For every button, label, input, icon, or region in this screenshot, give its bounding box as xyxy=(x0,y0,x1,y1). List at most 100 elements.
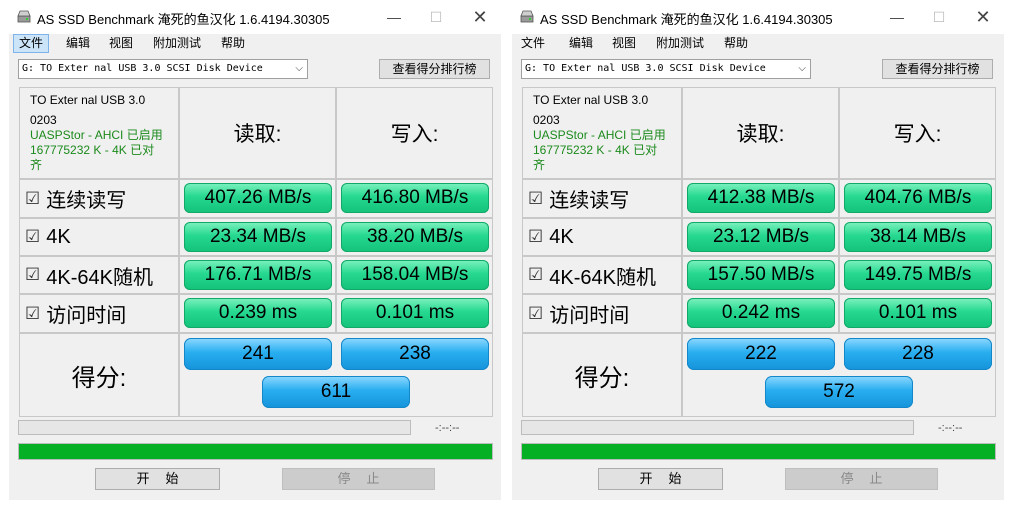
result-cell: 157.50 MB/s xyxy=(682,256,839,294)
maximize-icon[interactable]: ☐ xyxy=(425,6,447,28)
menu-extra-tests[interactable]: 附加测试 xyxy=(651,34,709,53)
device-alignment: 167775232 K - 4K 已对 xyxy=(533,143,658,157)
menu-bar: 文件 编辑 视图 附加测试 帮助 xyxy=(512,34,1004,54)
result-cell: 149.75 MB/s xyxy=(839,256,996,294)
row-label-text: 访问时间 xyxy=(549,305,630,327)
access-write-value: 0.101 ms xyxy=(844,298,992,328)
read-header-cell: 读取: xyxy=(682,87,839,179)
start-button[interactable]: 开始 xyxy=(598,468,723,490)
menu-help[interactable]: 帮助 xyxy=(719,34,753,53)
device-name: TO Exter nal USB 3.0 xyxy=(30,93,146,107)
start-button[interactable]: 开始 xyxy=(95,468,220,490)
row-label-4k[interactable]: ☑ 4K xyxy=(522,218,682,256)
device-alignment-cont: 齐 xyxy=(30,158,43,172)
row-label-4k-64k[interactable]: ☑ 4K-64K随机 xyxy=(19,256,179,294)
row-label-4k[interactable]: ☑ 4K xyxy=(19,218,179,256)
checkbox-icon[interactable]: ☑ xyxy=(25,189,40,209)
row-label-seq[interactable]: ☑ 连续读写 xyxy=(19,179,179,218)
access-read-value: 0.239 ms xyxy=(184,298,332,328)
seq-read-value: 407.26 MB/s xyxy=(184,183,332,213)
access-write-value: 0.101 ms xyxy=(341,298,489,328)
close-icon[interactable]: ✕ xyxy=(469,6,491,28)
score-label: 得分: xyxy=(71,364,127,392)
row-label-text: 4K xyxy=(46,225,71,248)
row-label-text: 连续读写 xyxy=(46,190,127,212)
row-label-seq[interactable]: ☑ 连续读写 xyxy=(522,179,682,218)
minimize-icon[interactable]: — xyxy=(886,6,908,28)
4k-read-value: 23.34 MB/s xyxy=(184,222,332,252)
checkbox-icon[interactable]: ☑ xyxy=(25,227,40,247)
score-total: 572 xyxy=(765,376,913,408)
drive-select[interactable]: G: TO Exter nal USB 3.0 SCSI Disk Device… xyxy=(521,59,811,79)
drive-select[interactable]: G: TO Exter nal USB 3.0 SCSI Disk Device… xyxy=(18,59,308,79)
seq-write-value: 416.80 MB/s xyxy=(341,183,489,213)
chevron-down-icon[interactable]: ⌵ xyxy=(798,60,806,78)
seq-write-value: 404.76 MB/s xyxy=(844,183,992,213)
menu-file[interactable]: 文件 xyxy=(13,34,50,53)
score-label-cell: 得分: xyxy=(19,333,179,417)
score-write: 238 xyxy=(341,338,489,370)
benchmark-window-right: AS SSD Benchmark 淹死的鱼汉化 1.6.4194.30305 —… xyxy=(512,0,1004,500)
4k-write-value: 38.20 MB/s xyxy=(341,222,489,252)
disk-app-icon xyxy=(520,10,534,23)
close-icon[interactable]: ✕ xyxy=(972,6,994,28)
title-bar[interactable]: AS SSD Benchmark 淹死的鱼汉化 1.6.4194.30305 —… xyxy=(512,0,1004,34)
menu-edit[interactable]: 编辑 xyxy=(564,34,598,53)
device-alignment: 167775232 K - 4K 已对 xyxy=(30,143,155,157)
checkbox-icon[interactable]: ☑ xyxy=(25,304,40,324)
result-cell: 23.34 MB/s xyxy=(179,218,336,256)
4k64-read-value: 157.50 MB/s xyxy=(687,260,835,290)
menu-file[interactable]: 文件 xyxy=(516,34,550,53)
total-progress-bar xyxy=(521,443,996,460)
read-header: 读取: xyxy=(233,123,282,146)
chevron-down-icon[interactable]: ⌵ xyxy=(295,60,303,78)
result-cell: 176.71 MB/s xyxy=(179,256,336,294)
result-cell: 0.101 ms xyxy=(336,294,493,333)
checkbox-icon[interactable]: ☑ xyxy=(528,304,543,324)
checkbox-icon[interactable]: ☑ xyxy=(528,227,543,247)
score-read: 241 xyxy=(184,338,332,370)
result-cell: 416.80 MB/s xyxy=(336,179,493,218)
row-label-text: 4K xyxy=(549,225,574,248)
disk-app-icon xyxy=(17,10,31,23)
test-progress-bar xyxy=(18,420,411,435)
title-bar[interactable]: AS SSD Benchmark 淹死的鱼汉化 1.6.4194.30305 —… xyxy=(9,0,501,34)
device-firmware: 0203 xyxy=(30,113,57,127)
stop-button[interactable]: 停止 xyxy=(282,468,435,490)
test-progress-bar xyxy=(521,420,914,435)
result-cell: 38.20 MB/s xyxy=(336,218,493,256)
menu-edit[interactable]: 编辑 xyxy=(61,34,95,53)
menu-help[interactable]: 帮助 xyxy=(216,34,250,53)
total-progress-bar xyxy=(18,443,493,460)
checkbox-icon[interactable]: ☑ xyxy=(25,265,40,285)
row-label-text: 连续读写 xyxy=(549,190,630,212)
drive-select-value: G: TO Exter nal USB 3.0 SCSI Disk Device xyxy=(525,63,766,74)
row-label-access-time[interactable]: ☑ 访问时间 xyxy=(19,294,179,333)
4k64-write-value: 158.04 MB/s xyxy=(341,260,489,290)
write-header-cell: 写入: xyxy=(839,87,996,179)
checkbox-icon[interactable]: ☑ xyxy=(528,265,543,285)
write-header-cell: 写入: xyxy=(336,87,493,179)
window-title: AS SSD Benchmark 淹死的鱼汉化 1.6.4194.30305 xyxy=(37,12,330,27)
checkbox-icon[interactable]: ☑ xyxy=(528,189,543,209)
results-grid: TO Exter nal USB 3.0 0203 UASPStor - AHC… xyxy=(522,87,996,417)
minimize-icon[interactable]: — xyxy=(383,6,405,28)
menu-extra-tests[interactable]: 附加测试 xyxy=(148,34,206,53)
device-driver: UASPStor - AHCI 已启用 xyxy=(30,128,163,142)
write-header: 写入: xyxy=(390,123,439,146)
score-label: 得分: xyxy=(574,364,630,392)
menu-view[interactable]: 视图 xyxy=(104,34,138,53)
device-info-panel: TO Exter nal USB 3.0 0203 UASPStor - AHC… xyxy=(522,87,682,179)
row-label-access-time[interactable]: ☑ 访问时间 xyxy=(522,294,682,333)
view-ranking-button[interactable]: 查看得分排行榜 xyxy=(379,59,490,79)
menu-view[interactable]: 视图 xyxy=(607,34,641,53)
view-ranking-button[interactable]: 查看得分排行榜 xyxy=(882,59,993,79)
4k64-write-value: 149.75 MB/s xyxy=(844,260,992,290)
read-header-cell: 读取: xyxy=(179,87,336,179)
result-cell: 0.101 ms xyxy=(839,294,996,333)
maximize-icon[interactable]: ☐ xyxy=(928,6,950,28)
score-write: 228 xyxy=(844,338,992,370)
row-label-4k-64k[interactable]: ☑ 4K-64K随机 xyxy=(522,256,682,294)
elapsed-time: -:--:-- xyxy=(938,422,963,434)
stop-button[interactable]: 停止 xyxy=(785,468,938,490)
